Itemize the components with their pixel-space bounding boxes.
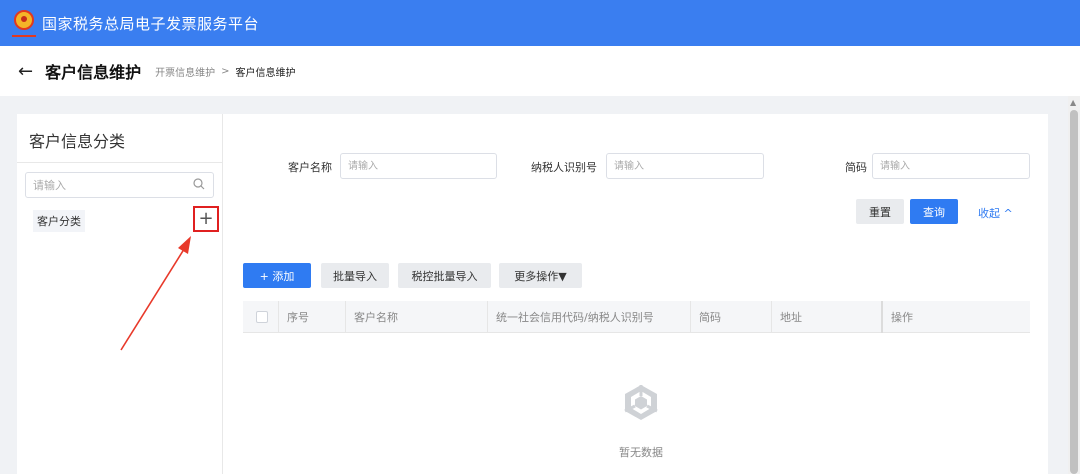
short-code-label: 简码 [845,161,867,174]
add-customer-button[interactable]: + 添加 [243,263,311,288]
taxpayer-id-input[interactable] [607,154,763,179]
customer-name-input[interactable] [341,154,496,179]
taxpayer-id-field [606,153,764,179]
column-header-index: 序号 [279,301,346,333]
customer-name-field [340,153,497,179]
column-header-actions: 操作 [891,311,913,324]
short-code-field [872,153,1030,179]
column-header-address: 地址 [772,301,883,333]
taxpayer-id-label: 纳税人识别号 [531,161,597,174]
column-header-credit-code: 统一社会信用代码/纳税人识别号 [488,301,691,333]
reset-button[interactable]: 重置 [856,199,904,224]
empty-state-text: 暂无数据 [619,446,663,459]
customer-name-label: 客户名称 [288,161,332,174]
more-actions-dropdown[interactable]: 更多操作▼ [499,263,582,288]
select-all-checkbox[interactable] [256,311,268,323]
column-header-customer-name: 客户名称 [346,301,488,333]
bulk-import-button[interactable]: 批量导入 [321,263,389,288]
collapse-link[interactable]: 收起 ^ [978,205,1013,221]
scroll-up-arrow-icon[interactable]: ▲ [1070,98,1076,107]
scrollbar-thumb[interactable] [1070,110,1078,474]
short-code-input[interactable] [873,154,1029,179]
tax-bulk-import-button[interactable]: 税控批量导入 [398,263,491,288]
column-header-short-code: 简码 [691,301,772,333]
table-header: 序号 客户名称 统一社会信用代码/纳税人识别号 简码 地址 操作 [243,301,1030,333]
query-button[interactable]: 查询 [910,199,958,224]
empty-box-icon [624,385,658,420]
